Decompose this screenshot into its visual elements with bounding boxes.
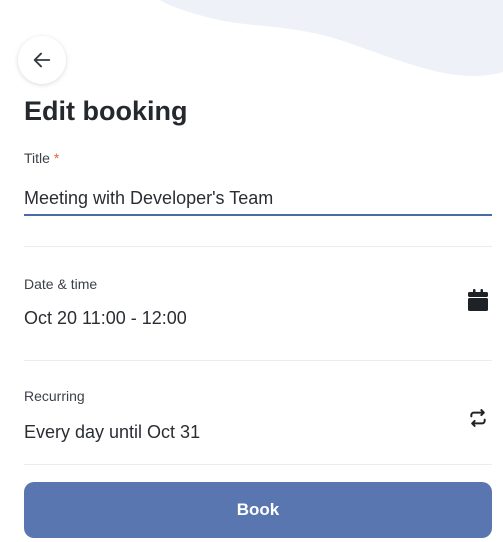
- date-time-value: Oct 20 11:00 - 12:00: [24, 308, 187, 328]
- edit-booking-screen: Edit booking Title * Date & time Oct 20 …: [0, 0, 503, 542]
- date-time-label: Date & time: [24, 276, 98, 292]
- calendar-icon[interactable]: [467, 288, 489, 312]
- book-button[interactable]: Book: [24, 482, 492, 538]
- divider: [24, 246, 492, 247]
- date-time-row[interactable]: Date & time Oct 20 11:00 - 12:00: [0, 258, 503, 338]
- title-field-label: Title *: [24, 150, 59, 166]
- arrow-left-icon: [33, 52, 51, 68]
- page-title: Edit booking: [24, 96, 188, 126]
- title-input[interactable]: [24, 182, 492, 216]
- divider: [24, 464, 492, 465]
- back-button[interactable]: [18, 36, 66, 84]
- required-marker: *: [53, 150, 60, 166]
- recurring-row[interactable]: Recurring Every day until Oct 31: [0, 372, 503, 452]
- title-label-text: Title: [24, 150, 50, 166]
- recurring-value: Every day until Oct 31: [24, 422, 201, 442]
- repeat-icon[interactable]: [467, 406, 489, 430]
- divider: [24, 360, 492, 361]
- recurring-label: Recurring: [24, 388, 85, 404]
- header-wave-decoration: [0, 0, 503, 76]
